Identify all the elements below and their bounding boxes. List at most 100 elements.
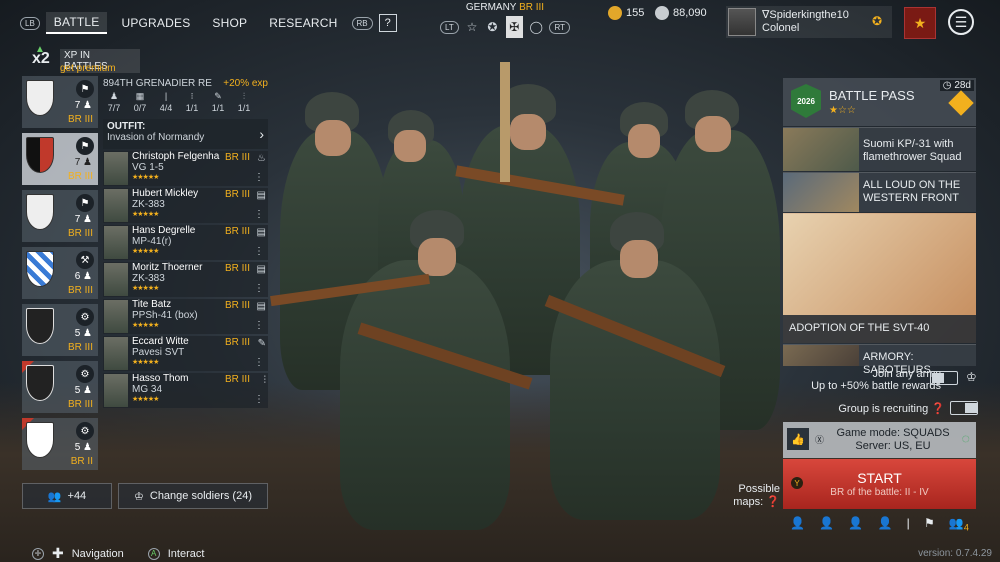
usa-star-icon[interactable]: ☆ xyxy=(465,18,479,36)
bottom-left-actions: 👥 +44 ♔ Change soldiers (24) xyxy=(22,483,268,509)
squad-br: BR III xyxy=(67,114,93,125)
squad-card[interactable]: ⚑ 7 ♟ BR III xyxy=(22,190,98,242)
gold-currency[interactable]: 155 xyxy=(608,6,644,20)
battle-pass-panel[interactable]: 2026 BATTLE PASS ★☆☆ ◷ 28d xyxy=(783,78,976,126)
more-options-icon[interactable]: ⋮ xyxy=(254,246,264,257)
change-soldiers-button[interactable]: ♔ Change soldiers (24) xyxy=(118,483,268,509)
star-badge-icon[interactable]: ✪ xyxy=(872,14,882,28)
tab-research[interactable]: RESEARCH xyxy=(261,13,345,33)
soldier-row[interactable]: Christoph Felgenha VG 1-5 ★★★★★ BR III ♨… xyxy=(103,151,268,186)
squad-br: BR III xyxy=(67,228,93,239)
outfit-name: Invasion of Normandy xyxy=(107,132,205,143)
add-friend-icon[interactable]: 👤 xyxy=(790,516,805,532)
squad-emblem-icon xyxy=(26,80,54,116)
silver-currency[interactable]: 88,090 xyxy=(655,6,707,20)
squad-card[interactable]: ⚙ 5 ♟ BR III xyxy=(22,361,98,413)
game-mode-label: Game mode: SQUADS xyxy=(836,427,950,439)
more-options-icon[interactable]: ⋮ xyxy=(254,357,264,368)
thumbs-up-icon[interactable]: 👍 xyxy=(787,428,809,450)
germany-cross-icon[interactable]: ✠ xyxy=(505,16,523,38)
rb-button[interactable]: RB xyxy=(351,16,373,30)
possible-maps[interactable]: Possible maps: ❓ xyxy=(732,483,780,509)
squad-type-icon: ⚙ xyxy=(76,365,94,383)
squad-type-icon: ⚑ xyxy=(76,137,94,155)
squad-type-icon: ⚒ xyxy=(76,251,94,269)
squad-count: 6 xyxy=(74,271,81,282)
soviet-star-icon[interactable]: ✪ xyxy=(485,18,499,36)
soldier-weapon: Pavesi SVT xyxy=(132,347,185,358)
recruiting-toggle[interactable] xyxy=(950,401,978,415)
recruiting-option: Group is recruiting ❓ xyxy=(783,402,945,415)
profile-panel[interactable]: ∇Spiderkingthe10 Colonel xyxy=(726,6,892,38)
info-icon[interactable]: ❓ xyxy=(931,403,945,415)
join-any-army-toggle[interactable] xyxy=(930,371,958,385)
assault-class-icon: ▤ xyxy=(256,227,266,238)
reserve-icon: ▦ xyxy=(135,91,145,101)
squad-card[interactable]: ⚙ 5 ♟ BR III xyxy=(22,304,98,356)
hint-navigation: Navigation xyxy=(71,547,124,560)
soldier-row[interactable]: Tite Batz PPSh-41 (box) ★★★★★ BR III ▤ ⋮ xyxy=(103,299,268,334)
friends-button[interactable]: 👥 +44 xyxy=(22,483,112,509)
squad-br: BR III xyxy=(67,342,93,353)
xp-multiplier: x2 xyxy=(32,50,50,67)
flag-icon[interactable]: ⚑ xyxy=(924,516,935,532)
tab-battle[interactable]: BATTLE xyxy=(45,12,108,34)
stat-soldiers: ♟ 7/7 xyxy=(103,91,125,113)
lb-button[interactable]: LB xyxy=(20,16,40,30)
xp-boost[interactable]: ▲ x2 XP IN BATTLES get premium xyxy=(24,44,140,74)
player-name: ∇Spiderkingthe10 xyxy=(762,9,849,21)
soldier-name: Moritz Thoerner xyxy=(132,262,203,273)
rank-badge-icon[interactable]: ★ xyxy=(904,7,936,39)
lt-button[interactable]: LT xyxy=(440,20,459,34)
game-mode-panel[interactable]: 👍 Ⓧ Game mode: SQUADS Server: US, EU ◌ xyxy=(783,422,976,458)
outfit-selector[interactable]: OUTFIT: Invasion of Normandy › xyxy=(103,119,268,149)
crown-icon: ♔ xyxy=(134,490,144,503)
more-options-icon[interactable]: ⋮ xyxy=(254,172,264,183)
squad-card-selected[interactable]: ⚑ 7 ♟ BR III xyxy=(22,133,98,185)
squad-card[interactable]: ⚑ 7 ♟ BR III xyxy=(22,76,98,128)
more-options-icon[interactable]: ⋮ xyxy=(254,320,264,331)
rt-button[interactable]: RT xyxy=(549,20,570,34)
bp-stars-icon: ★☆☆ xyxy=(829,105,856,116)
soldier-row[interactable]: Hans Degrelle MP-41(r) ★★★★★ BR III ▤ ⋮ xyxy=(103,225,268,260)
tab-upgrades[interactable]: UPGRADES xyxy=(113,13,198,33)
promo-card[interactable]: Suomi KP/-31 with flamethrower Squad xyxy=(783,127,976,171)
menu-button[interactable]: ☰ xyxy=(948,9,974,35)
add-friend-icon[interactable]: 👤 xyxy=(848,516,863,532)
promo-thumbnail xyxy=(783,345,859,366)
soldier-portrait xyxy=(104,300,128,333)
promo-card[interactable]: ALL LOUD ON THE WESTERN FRONT xyxy=(783,172,976,212)
group-icon[interactable]: 👥4 xyxy=(949,516,969,532)
more-options-icon[interactable]: ⋮ xyxy=(254,394,264,405)
add-friend-icon[interactable]: 👤 xyxy=(878,516,893,532)
wrench-icon: ✎ xyxy=(257,338,266,349)
army-name: GERMANY xyxy=(465,2,517,13)
soldier-name: Christoph Felgenha xyxy=(132,151,220,162)
promo-thumbnail xyxy=(783,128,859,171)
add-friend-icon[interactable]: 👤 xyxy=(819,516,834,532)
squad-card[interactable]: ⚒ 6 ♟ BR III xyxy=(22,247,98,299)
outfit-title: OUTFIT: xyxy=(107,121,146,132)
squad-card[interactable]: ⚙ 5 ♟ BR II xyxy=(22,418,98,470)
silver-amount: 88,090 xyxy=(673,7,707,19)
promo-card[interactable]: ARMORY: SABOTEURS xyxy=(783,344,976,376)
soldier-row[interactable]: Hubert Mickley ZK-383 ★★★★★ BR III ▤ ⋮ xyxy=(103,188,268,223)
stat-riflemen: | 4/4 xyxy=(155,91,177,113)
more-options-icon[interactable]: ⋮ xyxy=(254,283,264,294)
stat-reserve: ▦ 0/7 xyxy=(129,91,151,113)
promo-card-featured[interactable]: ADOPTION OF THE SVT-40 xyxy=(783,213,976,343)
server-label: Server: US, EU xyxy=(855,440,931,452)
help-button[interactable]: ? xyxy=(378,14,397,32)
rifleman-icon: | xyxy=(164,91,168,101)
soldier-row[interactable]: Eccard Witte Pavesi SVT ★★★★★ BR III ✎ ⋮ xyxy=(103,336,268,371)
start-button[interactable]: Y START BR of the battle: II - IV xyxy=(783,459,976,509)
recruiting-label: Group is recruiting xyxy=(838,403,929,415)
battle-pass-title: BATTLE PASS xyxy=(829,88,915,103)
soldier-row[interactable]: Hasso Thom MG 34 ★★★★★ BR III ⫶ ⋮ xyxy=(103,373,268,408)
more-options-icon[interactable]: ⋮ xyxy=(254,209,264,220)
stat-mg: ⫶ 1/1 xyxy=(233,91,255,113)
japan-circle-icon[interactable]: ◯ xyxy=(529,18,543,36)
premium-link[interactable]: get premium xyxy=(60,63,116,74)
tab-shop[interactable]: SHOP xyxy=(204,13,255,33)
soldier-row[interactable]: Moritz Thoerner ZK-383 ★★★★★ BR III ▤ ⋮ xyxy=(103,262,268,297)
